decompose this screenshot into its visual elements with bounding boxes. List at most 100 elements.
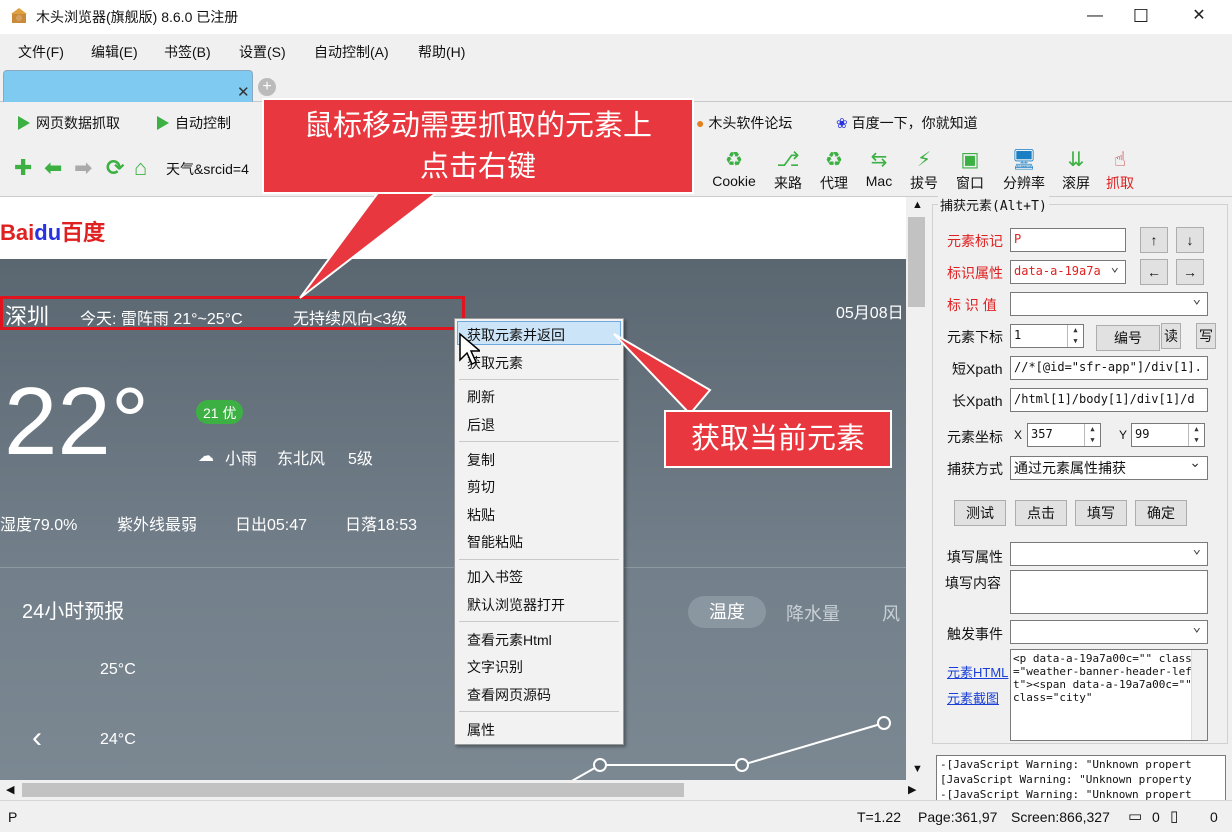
scroll-thumb[interactable] <box>908 217 925 307</box>
label-fill-content: 填写内容 <box>945 575 1001 591</box>
x-coord-input[interactable]: 357 ▲ ▼ <box>1027 423 1101 447</box>
weather-card: 深圳 今天: 雷阵雨 21°~25°C 无持续风向<3级 05月08日 22° … <box>0 259 906 780</box>
spinner-icon[interactable]: ▲ ▼ <box>1188 424 1204 446</box>
refresh-icon[interactable]: ⟳ <box>106 155 124 181</box>
short-xpath-input[interactable]: //*[@id="sfr-app"]/div[1]. <box>1010 356 1208 380</box>
proxy-icon: ♻ <box>825 149 843 171</box>
page-icon[interactable]: ▯ <box>1170 807 1178 825</box>
menu-auto-control[interactable]: 自动控制(A) <box>314 42 389 62</box>
browser-tab[interactable]: ✕ <box>3 70 253 102</box>
status-page-coords: Page:361,97 <box>918 809 998 825</box>
scroll-up-icon[interactable]: ▲ <box>912 199 923 211</box>
label-element-coords: 元素坐标 <box>947 429 1003 445</box>
read-button[interactable]: 读 <box>1161 323 1181 349</box>
scrollbar[interactable] <box>1191 650 1207 740</box>
id-attr-select[interactable]: data-a-19a7a <box>1010 260 1126 284</box>
bookmark-label: 百度一下，你就知道 <box>851 115 978 131</box>
id-value-select[interactable] <box>1010 292 1208 316</box>
ctx-refresh[interactable]: 刷新 <box>467 387 495 407</box>
element-tag-input[interactable]: P <box>1010 228 1126 252</box>
minimize-button[interactable]: — <box>1072 0 1118 32</box>
number-button[interactable]: 编号 <box>1096 325 1160 351</box>
element-html-link[interactable]: 元素HTML <box>947 662 1008 681</box>
ctx-properties[interactable]: 属性 <box>467 720 495 740</box>
tool-referer[interactable]: ⎇ 来路 <box>766 147 810 193</box>
long-xpath-input[interactable]: /html[1]/body[1]/div[1]/d <box>1010 388 1208 412</box>
element-screenshot-link[interactable]: 元素截图 <box>947 688 999 707</box>
status-timing: T=1.22 <box>857 809 901 825</box>
baidu-logo[interactable]: Baidu百度 <box>0 215 105 247</box>
bookmark-web-scrape[interactable]: 网页数据抓取 <box>18 113 120 133</box>
close-button[interactable]: ✕ <box>1176 0 1222 32</box>
tab-close-icon[interactable]: ✕ <box>237 83 250 101</box>
ctx-back[interactable]: 后退 <box>467 415 495 435</box>
vertical-scrollbar[interactable]: ▲ ▼ <box>906 197 928 780</box>
tool-mac[interactable]: ⇆ Mac <box>856 147 902 189</box>
tool-scroll[interactable]: ⇊ 滚屏 <box>1054 147 1098 193</box>
ctx-view-element-html[interactable]: 查看元素Html <box>467 630 552 650</box>
arrow-down-button[interactable]: ↓ <box>1176 227 1204 253</box>
bookmark-forum[interactable]: ● 木头软件论坛 <box>696 113 792 133</box>
console-log[interactable]: -[JavaScript Warning: "Unknown propert [… <box>936 755 1226 805</box>
arrow-left-button[interactable]: ← <box>1140 259 1168 285</box>
status-count-1: 0 <box>1152 809 1160 825</box>
tool-window[interactable]: ▣ 窗口 <box>948 147 992 193</box>
tool-dial[interactable]: ⚡ 拔号 <box>902 147 946 193</box>
write-button[interactable]: 写 <box>1196 323 1216 349</box>
menu-settings[interactable]: 设置(S) <box>239 42 286 62</box>
bookmark-baidu[interactable]: ❀ 百度一下，你就知道 <box>836 113 978 133</box>
ctx-copy[interactable]: 复制 <box>467 450 495 470</box>
ctx-open-default-browser[interactable]: 默认浏览器打开 <box>467 595 565 615</box>
horizontal-scrollbar[interactable]: ◀ ▶ <box>0 780 928 800</box>
tool-proxy[interactable]: ♻ 代理 <box>812 147 856 193</box>
spinner-icon[interactable]: ▲ ▼ <box>1067 325 1083 347</box>
arrow-up-button[interactable]: ↑ <box>1140 227 1168 253</box>
fill-attr-select[interactable] <box>1010 542 1208 566</box>
scroll-right-icon[interactable]: ▶ <box>908 783 916 796</box>
maximize-button[interactable]: ☐ <box>1118 0 1164 32</box>
message-icon[interactable]: ▭ <box>1128 807 1142 825</box>
menu-bookmarks[interactable]: 书签(B) <box>164 42 211 62</box>
scroll-left-icon[interactable]: ◀ <box>6 783 14 796</box>
ctx-get-element-return[interactable]: 获取元素并返回 <box>467 325 565 345</box>
click-button[interactable]: 点击 <box>1015 500 1067 526</box>
tool-resolution[interactable]: 🖥 分辨率 <box>996 147 1052 193</box>
address-text[interactable]: 天气&srcid=4 <box>166 159 249 179</box>
scroll-down-icon[interactable]: ▼ <box>912 763 923 775</box>
label-id-value: 标 识 值 <box>947 297 997 313</box>
confirm-button[interactable]: 确定 <box>1135 500 1187 526</box>
spinner-icon[interactable]: ▲ ▼ <box>1084 424 1100 446</box>
callout-get-element: 获取当前元素 <box>664 410 892 468</box>
ctx-add-bookmark[interactable]: 加入书签 <box>467 567 523 587</box>
element-index-input[interactable]: 1 ▲ ▼ <box>1010 324 1084 348</box>
window-title: 木头浏览器(旗舰版) 8.6.0 已注册 <box>36 9 239 25</box>
tool-capture[interactable]: ☝ 抓取 <box>1098 147 1142 193</box>
element-html-text[interactable]: <p data-a-19a7a00c="" class="weather-ban… <box>1010 649 1208 741</box>
ctx-view-source[interactable]: 查看网页源码 <box>467 685 551 705</box>
bookmark-auto-control[interactable]: 自动控制 <box>157 113 231 133</box>
fill-button[interactable]: 填写 <box>1075 500 1127 526</box>
tool-cookie[interactable]: ♻ Cookie <box>706 147 762 189</box>
test-button[interactable]: 测试 <box>954 500 1006 526</box>
window-icon: ▣ <box>960 149 980 171</box>
menu-help[interactable]: 帮助(H) <box>418 42 465 62</box>
arrow-right-button[interactable]: → <box>1176 259 1204 285</box>
menu-file[interactable]: 文件(F) <box>18 42 64 62</box>
capture-mode-select[interactable]: 通过元素属性捕获 <box>1010 456 1208 480</box>
add-icon[interactable]: ✚ <box>14 155 32 181</box>
new-tab-icon[interactable]: + <box>258 78 276 96</box>
fill-content-input[interactable] <box>1010 570 1208 614</box>
y-coord-input[interactable]: 99 ▲ ▼ <box>1131 423 1205 447</box>
status-count-2: 0 <box>1210 809 1218 825</box>
menu-edit[interactable]: 编辑(E) <box>91 42 138 62</box>
trigger-event-select[interactable] <box>1010 620 1208 644</box>
home-icon[interactable]: ⌂ <box>134 155 147 181</box>
ctx-cut[interactable]: 剪切 <box>467 477 495 497</box>
bookmark-label: 木头软件论坛 <box>708 115 793 131</box>
forward-arrow-icon[interactable]: ➡ <box>74 155 92 181</box>
ctx-smart-paste[interactable]: 智能粘贴 <box>467 532 523 552</box>
ctx-ocr[interactable]: 文字识别 <box>467 657 523 677</box>
back-arrow-icon[interactable]: ⬅ <box>44 155 62 181</box>
ctx-paste[interactable]: 粘贴 <box>467 505 495 525</box>
scroll-thumb[interactable] <box>22 783 684 797</box>
